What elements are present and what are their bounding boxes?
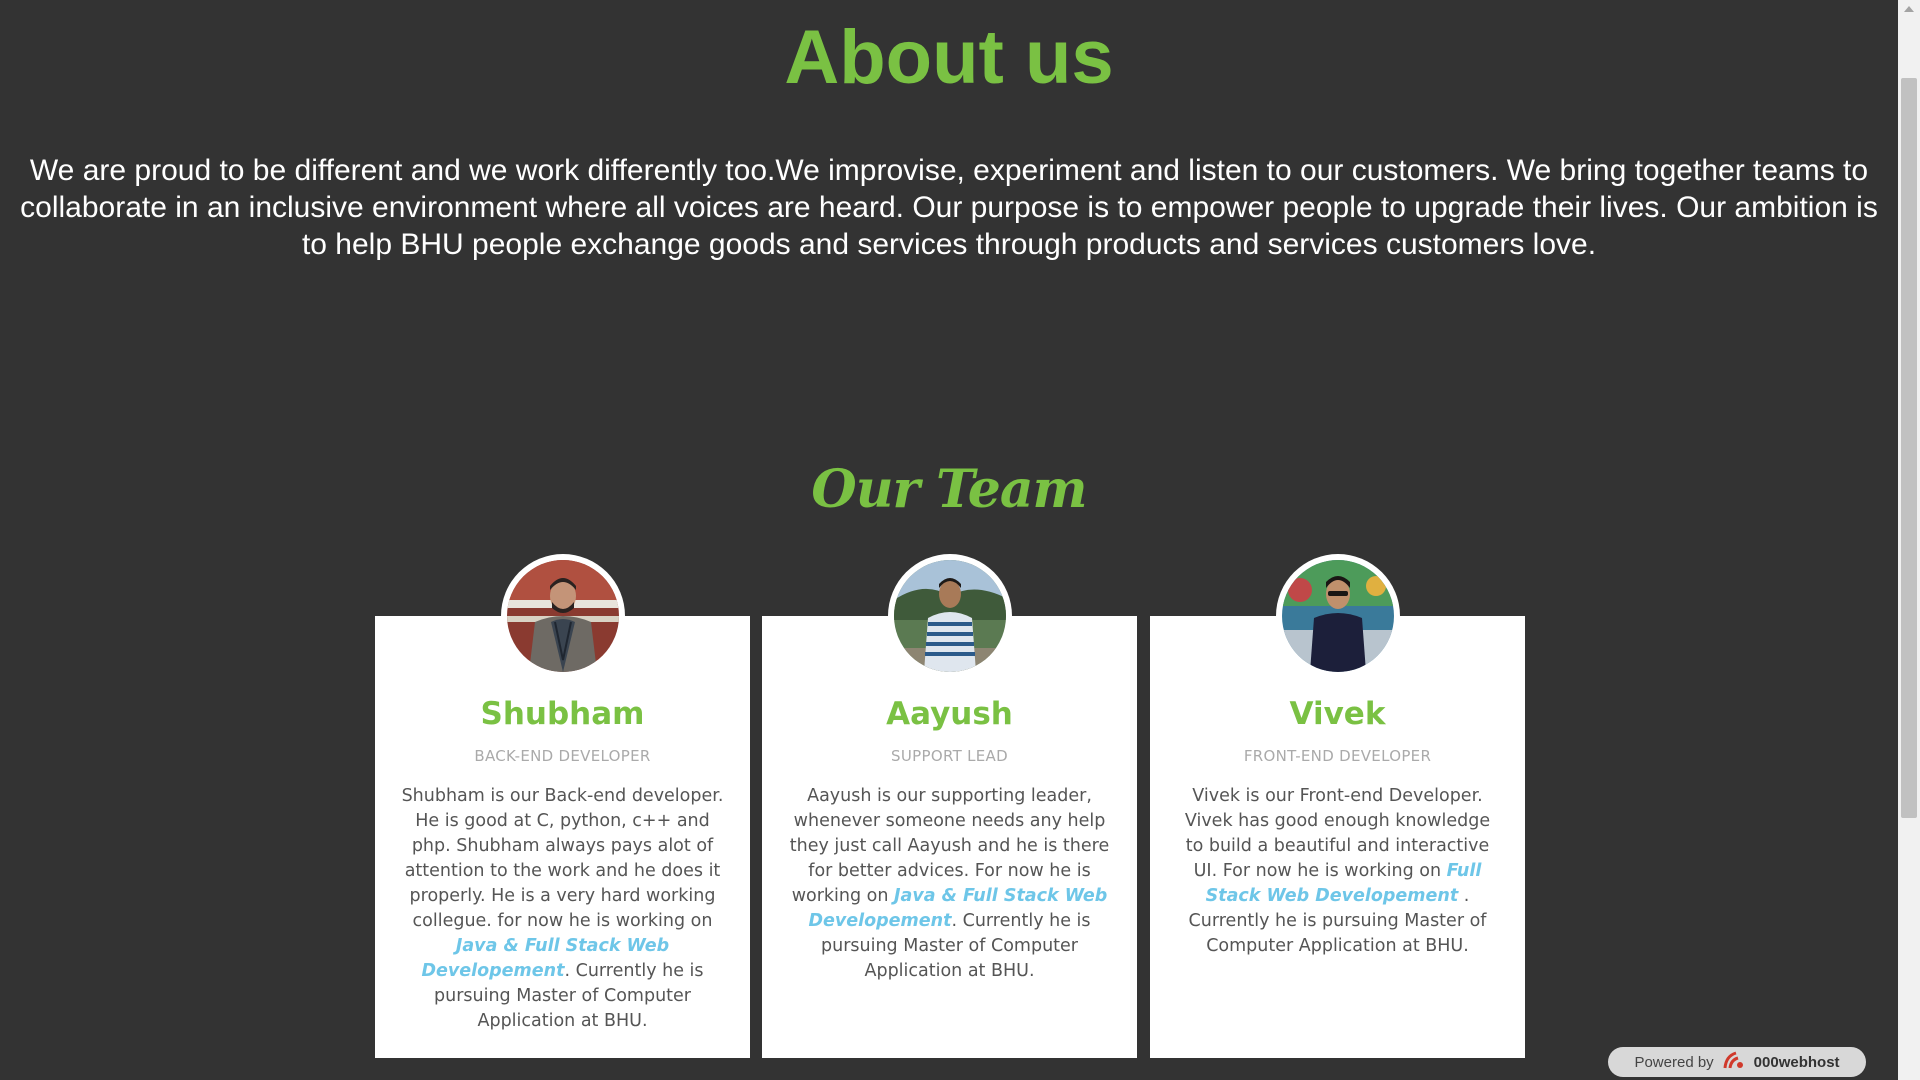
powered-by-badge[interactable]: Powered by 000webhost <box>1608 1047 1866 1077</box>
avatar-photo <box>1281 560 1394 672</box>
avatar-photo <box>893 560 1006 672</box>
member-description: Shubham is our Back-end developer. He is… <box>399 784 726 1034</box>
powered-by-label: Powered by <box>1634 1053 1714 1071</box>
description-text: Vivek is our Front-end Developer. Vivek … <box>1184 786 1491 881</box>
member-description: Aayush is our supporting leader, wheneve… <box>786 784 1113 984</box>
scroll-up-arrow-icon[interactable] <box>1904 6 1914 12</box>
member-role: Back-end Developer <box>474 747 651 765</box>
member-description: Vivek is our Front-end Developer. Vivek … <box>1174 784 1501 959</box>
webhost-logo-icon <box>1722 1050 1746 1074</box>
avatar <box>887 554 1012 678</box>
avatar <box>1275 554 1400 678</box>
team-card-vivek: Vivek Front-end Developer Vivek is our F… <box>1150 554 1525 1058</box>
about-description: We are proud to be different and we work… <box>20 154 1878 261</box>
avatar-photo <box>506 560 619 672</box>
about-title: About us <box>784 15 1114 100</box>
scroll-thumb[interactable] <box>1901 78 1917 818</box>
team-card-aayush: Aayush Support Lead Aayush is our suppor… <box>762 554 1137 1058</box>
team-title: Our Team <box>811 459 1087 520</box>
avatar <box>500 554 625 678</box>
member-role: Front-end Developer <box>1243 747 1432 765</box>
vertical-scrollbar[interactable] <box>1898 0 1920 1080</box>
page: About us We are proud to be different an… <box>0 0 1898 1080</box>
description-text: Shubham is our Back-end developer. He is… <box>401 786 724 931</box>
team-card-shubham: Shubham Back-end Developer Shubham is ou… <box>375 554 750 1058</box>
member-role: Support Lead <box>891 747 1008 765</box>
powered-by-brand: 000webhost <box>1753 1053 1840 1071</box>
